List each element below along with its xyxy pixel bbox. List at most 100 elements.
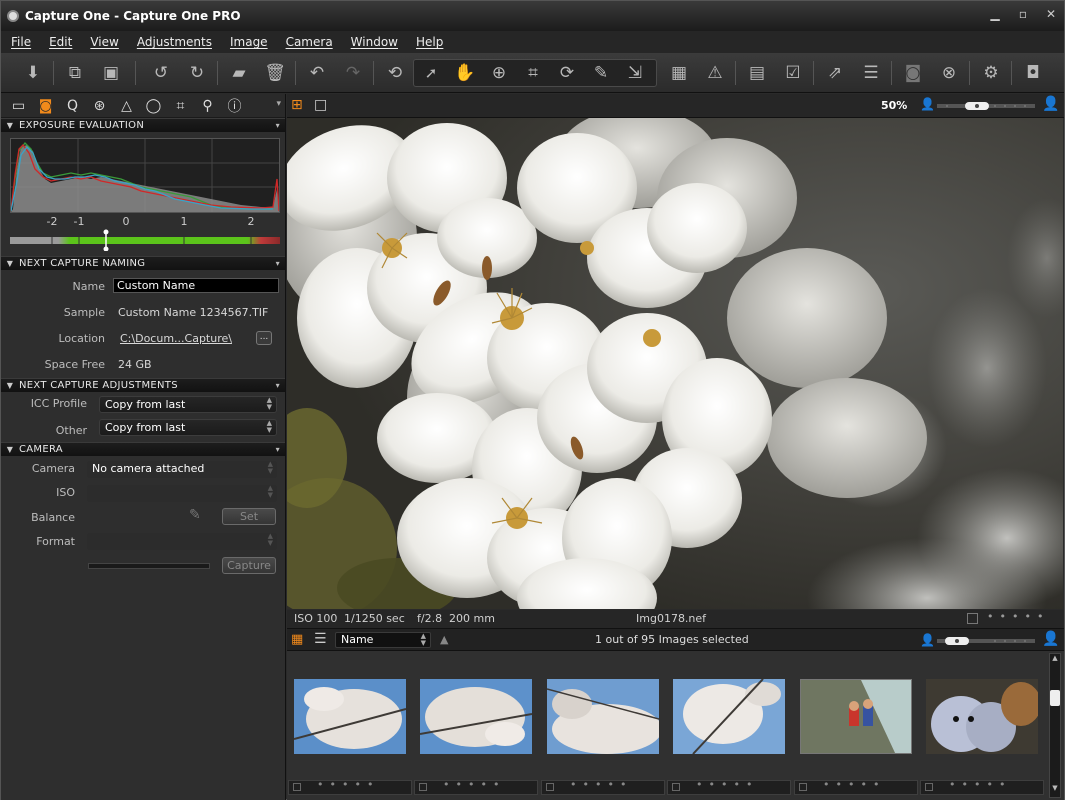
trash-icon[interactable]: 🗑	[263, 61, 287, 85]
thumbnail-rating-bar[interactable]: •••••	[288, 778, 412, 795]
capture-icon[interactable]: ◘	[1021, 61, 1045, 85]
section-menu-icon[interactable]: ▾	[276, 381, 280, 390]
camera-header[interactable]: ▼ CAMERA ▾	[1, 442, 285, 456]
camera-icon[interactable]: ◙	[901, 61, 925, 85]
icc-profile-dropdown[interactable]: Copy from last ▲ ▼	[99, 396, 277, 413]
zoom-icon[interactable]: ⊕	[487, 61, 511, 85]
lens-tab-icon[interactable]: ◯	[140, 96, 167, 116]
image-viewer[interactable]	[287, 118, 1063, 609]
multi-view-icon[interactable]: ⊞	[291, 97, 303, 113]
location-link[interactable]: C:\Docum...Capture\	[120, 332, 232, 345]
menu-image[interactable]: Image	[230, 35, 268, 49]
undo-icon[interactable]: ↶	[305, 61, 329, 85]
browser-scrollbar[interactable]: ▲ ▼	[1049, 653, 1061, 798]
zoom-out-person-icon[interactable]: 👤	[920, 97, 935, 111]
metadata-tab-icon[interactable]: ⓘ	[221, 96, 248, 116]
import-icon[interactable]: ⬇	[21, 61, 45, 85]
thumbnail-size-slider[interactable]	[937, 636, 1035, 646]
capture-naming-header[interactable]: ▼ NEXT CAPTURE NAMING ▾	[1, 256, 285, 270]
apply-adjustments-icon[interactable]: ⇲	[623, 61, 647, 85]
grid-icon[interactable]: ▦	[667, 61, 691, 85]
mark-icon[interactable]: ☑	[781, 61, 805, 85]
thumbnail-rating-bar[interactable]: •••••	[414, 778, 538, 795]
pan-hand-icon[interactable]: ✋	[453, 61, 477, 85]
camera-dropdown[interactable]: No camera attached ▲ ▼	[87, 461, 277, 478]
set-balance-button[interactable]: Set	[222, 508, 276, 525]
thumbnail-rating-bar[interactable]: •••••	[794, 778, 918, 795]
menu-camera[interactable]: Camera	[286, 35, 333, 49]
collapse-triangle-icon: ▼	[6, 445, 14, 454]
scrollbar-thumb[interactable]	[1050, 690, 1060, 706]
zoom-in-person-icon[interactable]: 👤	[1042, 96, 1059, 112]
scroll-up-icon[interactable]: ▲	[1050, 654, 1060, 666]
maximize-button[interactable]: ▫	[1016, 7, 1030, 21]
thumbnail-rating-bar[interactable]: •••••	[541, 778, 665, 795]
fullscreen-icon[interactable]: ▣	[99, 61, 123, 85]
capture-button[interactable]: Capture	[222, 557, 276, 574]
thumbnail[interactable]	[800, 679, 912, 754]
browse-location-button[interactable]: ...	[256, 331, 272, 345]
thumbnail-view-icon[interactable]: ▦	[291, 632, 303, 647]
name-field[interactable]: Custom Name	[113, 278, 279, 293]
single-view-icon[interactable]: □	[314, 97, 327, 113]
capture-row: Capture	[1, 554, 285, 580]
minimize-button[interactable]: ▁	[988, 7, 1002, 21]
process-icon[interactable]: ⇗	[823, 61, 847, 85]
thumbnail-rating-bar[interactable]: •••••	[667, 778, 791, 795]
section-menu-icon[interactable]: ▾	[276, 259, 280, 268]
menu-file[interactable]: File	[11, 35, 31, 49]
color-picker-icon[interactable]: ✎	[589, 61, 613, 85]
crop-icon[interactable]: ⌗	[521, 61, 545, 85]
rotate-right-icon[interactable]: ↻	[185, 61, 209, 85]
compare-icon[interactable]: ⧉	[63, 61, 87, 85]
tabs-menu-icon[interactable]: ▾	[276, 99, 281, 109]
sort-dropdown[interactable]: Name ▲ ▼	[335, 632, 431, 648]
select-cursor-icon[interactable]: ➚	[419, 61, 443, 85]
new-album-icon[interactable]: ▤	[745, 61, 769, 85]
thumbnail[interactable]	[547, 679, 659, 754]
thumb-large-icon[interactable]: 👤	[1042, 631, 1059, 647]
scroll-down-icon[interactable]: ▼	[1050, 784, 1060, 796]
other-dropdown[interactable]: Copy from last ▲ ▼	[99, 419, 277, 436]
list-view-icon[interactable]: ☰	[314, 631, 327, 647]
thumbnail[interactable]	[673, 679, 785, 754]
format-dropdown[interactable]: ▲ ▼	[87, 533, 277, 550]
menu-window[interactable]: Window	[351, 35, 398, 49]
rotate-left-icon[interactable]: ↺	[149, 61, 173, 85]
capture-adjustments-header[interactable]: ▼ NEXT CAPTURE ADJUSTMENTS ▾	[1, 378, 285, 392]
eyedropper-icon[interactable]: ✎	[189, 507, 201, 523]
settings-icon[interactable]: ⚙	[979, 61, 1003, 85]
thumbnail-rating-bar[interactable]: •••••	[920, 778, 1044, 795]
menu-edit[interactable]: Edit	[49, 35, 72, 49]
rating-stars[interactable]: •••••	[987, 610, 1049, 623]
thumb-small-icon[interactable]: 👤	[920, 633, 935, 647]
menu-view[interactable]: View	[90, 35, 118, 49]
section-menu-icon[interactable]: ▾	[276, 445, 280, 454]
close-button[interactable]: ✕	[1044, 7, 1058, 21]
library-tab-icon[interactable]: ▭	[5, 96, 32, 116]
quick-tab-icon[interactable]: Q	[59, 96, 86, 116]
sort-direction-icon[interactable]: ▲	[440, 633, 448, 646]
straighten-icon[interactable]: ⟳	[555, 61, 579, 85]
capture-tab-icon[interactable]: ◙	[32, 96, 59, 116]
reset-icon[interactable]: ⟲	[383, 61, 407, 85]
thumbnail[interactable]	[926, 679, 1038, 754]
exposure-evaluation-header[interactable]: ▼ EXPOSURE EVALUATION ▾	[1, 118, 285, 132]
thumbnail[interactable]	[294, 679, 406, 754]
iso-dropdown[interactable]: ▲ ▼	[87, 485, 277, 502]
details-tab-icon[interactable]: ⚲	[194, 96, 221, 116]
batch-icon[interactable]: ☰	[859, 61, 883, 85]
move-to-folder-icon[interactable]: ▰	[227, 61, 251, 85]
cancel-icon[interactable]: ⊗	[937, 61, 961, 85]
section-menu-icon[interactable]: ▾	[276, 121, 280, 130]
color-tab-icon[interactable]: ⊛	[86, 96, 113, 116]
composition-tab-icon[interactable]: ⌗	[167, 96, 194, 116]
menu-adjustments[interactable]: Adjustments	[137, 35, 212, 49]
exposure-warning-icon[interactable]: ⚠	[703, 61, 727, 85]
select-checkbox[interactable]	[967, 613, 978, 624]
redo-icon[interactable]: ↷	[341, 61, 365, 85]
menu-help[interactable]: Help	[416, 35, 443, 49]
thumbnail[interactable]	[420, 679, 532, 754]
exposure-tab-icon[interactable]: △	[113, 96, 140, 116]
viewer-zoom-slider[interactable]	[937, 101, 1035, 111]
